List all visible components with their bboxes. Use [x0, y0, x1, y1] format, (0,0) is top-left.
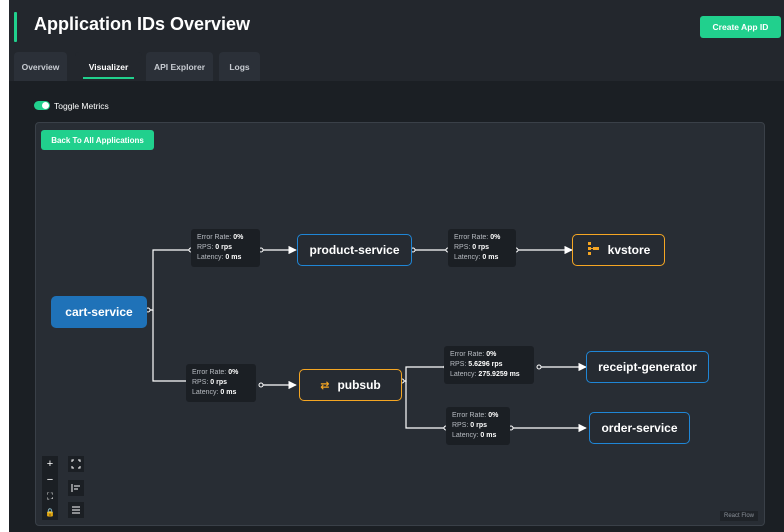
lock-button[interactable]: 🔒: [42, 504, 58, 520]
metric-value: 0%: [490, 234, 501, 241]
pubsub-icon: ⇄: [320, 379, 330, 392]
node-cart-service[interactable]: cart-service: [51, 296, 147, 328]
metric-value: 0 rps: [210, 379, 228, 386]
metric-label: Error Rate:: [192, 369, 227, 376]
handle: [536, 364, 542, 370]
flow-canvas[interactable]: Back To All Applications Error Rate: 0% …: [35, 122, 765, 526]
metrics-product-kvstore: Error Rate: 0% RPS: 0 rps Latency: 0 ms: [448, 229, 516, 267]
metric-value: 0 ms: [220, 389, 237, 396]
handle: [258, 382, 264, 388]
node-pubsub[interactable]: ⇄ pubsub: [299, 369, 402, 401]
metrics-cart-product: Error Rate: 0% RPS: 0 rps Latency: 0 ms: [191, 229, 260, 267]
metric-value: 0 ms: [482, 254, 499, 261]
metric-label: Latency:: [192, 389, 219, 396]
node-label: cart-service: [65, 305, 133, 319]
metrics-toggle-label: Toggle Metrics: [54, 101, 109, 111]
tab-bar: Overview Visualizer API Explorer Logs: [9, 52, 784, 82]
kvstore-icon: [587, 241, 600, 259]
node-label: order-service: [601, 421, 678, 435]
edge-pubsub-order: [405, 381, 446, 429]
metric-value: 0%: [488, 412, 499, 419]
tab-overview[interactable]: Overview: [14, 52, 67, 82]
metric-label: RPS:: [454, 244, 471, 251]
metric-label: Latency:: [454, 254, 481, 261]
expand-icon[interactable]: [68, 456, 84, 472]
zoom-in-button[interactable]: +: [42, 456, 58, 472]
metrics-toggle[interactable]: [34, 101, 50, 110]
metric-value: 0 rps: [215, 244, 233, 251]
visualizer-panel: Toggle Metrics Back To All Applications: [9, 81, 784, 532]
page-title: Application IDs Overview: [34, 14, 251, 34]
node-label: receipt-generator: [598, 360, 697, 374]
metrics-cart-pubsub: Error Rate: 0% RPS: 0 rps Latency: 0 ms: [186, 364, 256, 402]
node-label: kvstore: [607, 243, 651, 257]
page-header: Application IDs Overview Create App ID: [9, 0, 784, 47]
metric-value: 0 rps: [470, 422, 488, 429]
node-label: product-service: [309, 243, 400, 257]
app-window: Application IDs Overview Create App ID O…: [9, 0, 784, 532]
node-kvstore[interactable]: kvstore: [572, 234, 665, 266]
tab-visualizer[interactable]: Visualizer: [75, 52, 142, 82]
metric-value: 0%: [233, 234, 244, 241]
metric-label: RPS:: [452, 422, 469, 429]
metrics-pubsub-receipt: Error Rate: 0% RPS: 5.6296 rps Latency: …: [444, 346, 534, 384]
metric-value: 0 rps: [472, 244, 490, 251]
metric-label: RPS:: [197, 244, 214, 251]
edge-cart-product: [148, 249, 191, 311]
node-receipt-generator[interactable]: receipt-generator: [586, 351, 709, 383]
react-flow-attribution[interactable]: React Flow: [719, 511, 758, 521]
metric-label: Error Rate:: [197, 234, 232, 241]
metrics-pubsub-order: Error Rate: 0% RPS: 0 rps Latency: 0 ms: [446, 407, 510, 445]
metric-value: 0 ms: [480, 432, 497, 439]
metric-label: Latency:: [452, 432, 479, 439]
title-accent-bar: [14, 12, 17, 42]
create-app-id-button[interactable]: Create App ID: [700, 16, 781, 38]
metric-label: Latency:: [450, 371, 477, 378]
metric-value: 275.9259 ms: [478, 371, 520, 378]
metric-label: Latency:: [197, 254, 224, 261]
metric-value: 0%: [228, 369, 239, 376]
metric-label: Error Rate:: [450, 351, 485, 358]
tab-logs[interactable]: Logs: [219, 52, 260, 82]
edge-pubsub-receipt: [402, 366, 446, 382]
metric-label: Error Rate:: [452, 412, 487, 419]
metric-label: RPS:: [450, 361, 467, 368]
metric-value: 0 ms: [225, 254, 242, 261]
tab-api-explorer[interactable]: API Explorer: [146, 52, 213, 82]
metric-label: RPS:: [192, 379, 209, 386]
metric-value: 5.6296 rps: [468, 361, 503, 368]
align-left-icon[interactable]: [68, 480, 84, 496]
metric-value: 0%: [486, 351, 497, 358]
node-order-service[interactable]: order-service: [589, 412, 690, 444]
node-label: pubsub: [337, 378, 381, 392]
metric-label: Error Rate:: [454, 234, 489, 241]
zoom-out-button[interactable]: −: [42, 472, 58, 488]
fit-view-button[interactable]: ⛶: [42, 488, 58, 504]
layout-icon[interactable]: [68, 502, 84, 518]
node-product-service[interactable]: product-service: [297, 234, 412, 266]
